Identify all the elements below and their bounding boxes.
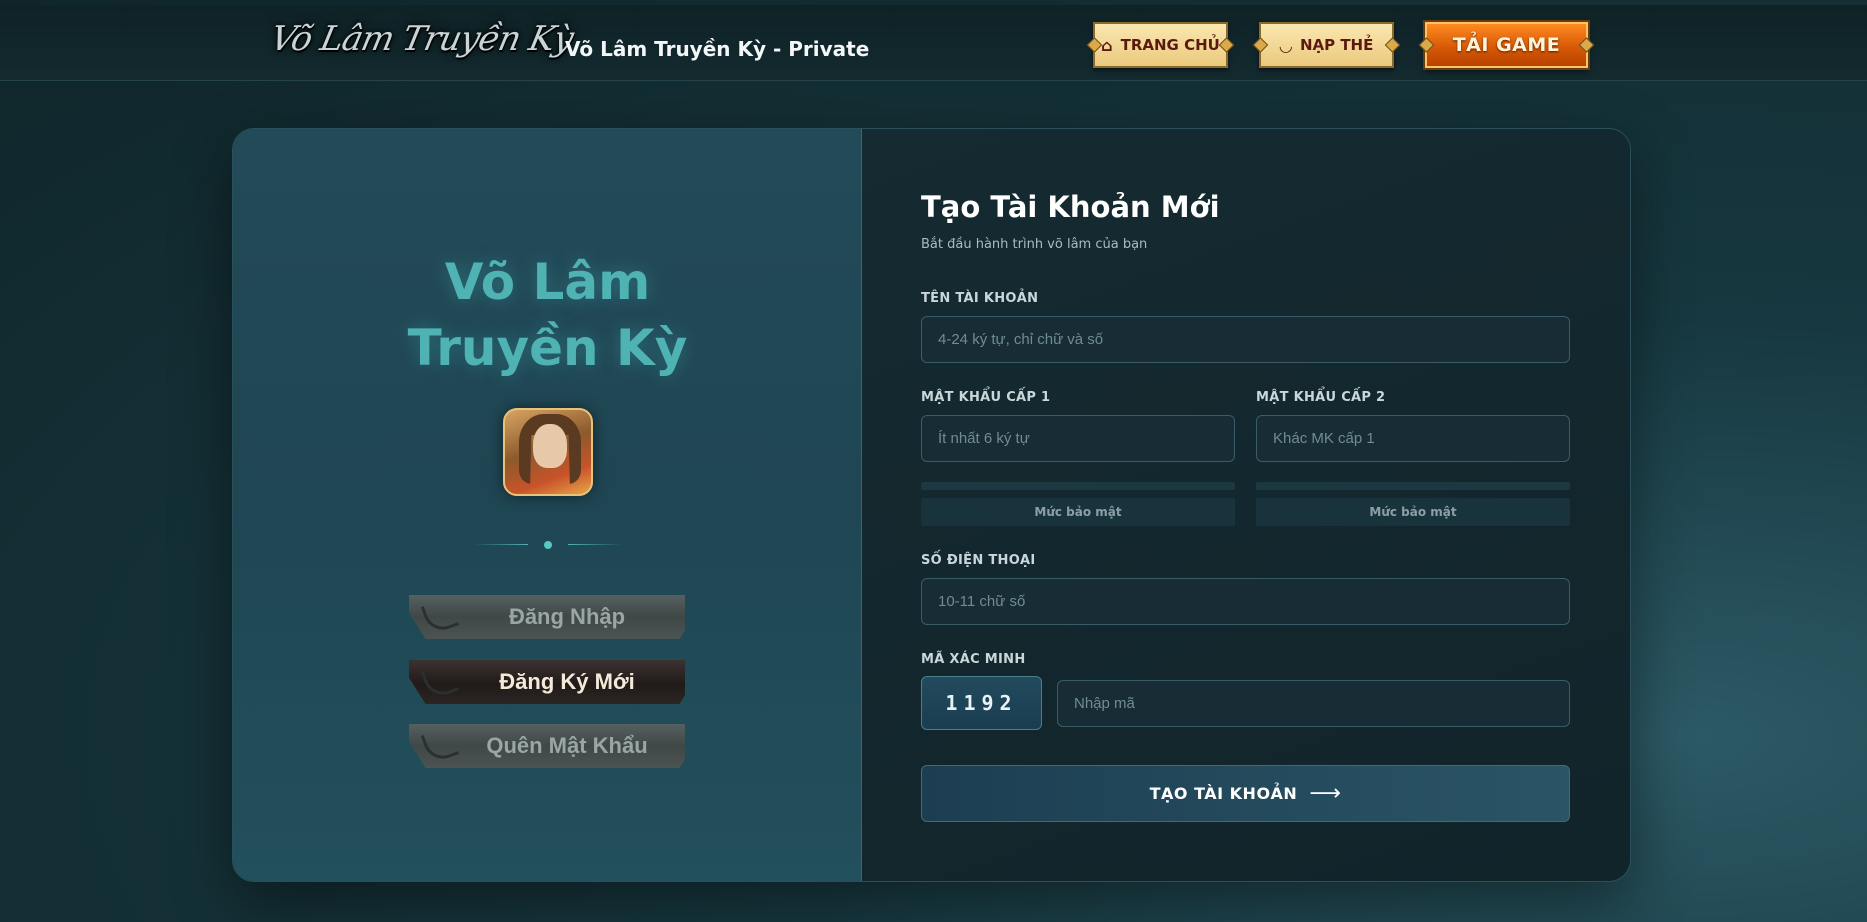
login-tab-label: Đăng Nhập [508, 604, 626, 629]
password2-input[interactable] [1256, 415, 1570, 462]
hook-ornament-icon [420, 725, 460, 765]
login-tab-button[interactable]: Đăng Nhập [409, 595, 685, 639]
top-navbar: Võ Lâm Truyền Kỳ Võ Lâm Truyền Kỳ - Priv… [0, 5, 1867, 81]
download-game-button[interactable]: TẢI GAME [1425, 22, 1588, 68]
create-account-label: TẠO TÀI KHOẢN [1149, 784, 1298, 803]
form-title: Tạo Tài Khoản Mới [921, 190, 1220, 224]
site-title: Võ Lâm Truyền Kỳ - Private [565, 37, 870, 61]
topup-nav-label: NẠP THẺ [1299, 36, 1374, 54]
password2-strength-label: Mức bảo mật [1256, 498, 1570, 526]
arrow-right-icon: ⟶ [1309, 781, 1342, 806]
divider-dot [544, 541, 552, 549]
ingot-icon: ◡ [1279, 35, 1292, 55]
ornament-divider [473, 539, 623, 551]
brand-title: Võ Lâm Truyền Kỳ [233, 249, 862, 381]
home-icon: ⌂ [1101, 35, 1113, 55]
username-input[interactable] [921, 316, 1570, 363]
password1-strength-bar [921, 482, 1235, 490]
forgot-password-tab-button[interactable]: Quên Mật Khẩu [409, 724, 685, 768]
brand-title-line2: Truyền Kỳ [407, 319, 688, 377]
phone-label: SỐ ĐIỆN THOẠI [921, 553, 1036, 568]
password1-strength-label: Mức bảo mật [921, 498, 1235, 526]
hook-ornament-icon [420, 661, 460, 701]
phone-input[interactable] [921, 578, 1570, 625]
site-logo[interactable]: Võ Lâm Truyền Kỳ [264, 19, 576, 71]
brand-title-line1: Võ Lâm [444, 253, 651, 311]
download-game-label: TẢI GAME [1452, 34, 1561, 56]
divider-line-right [568, 544, 623, 545]
game-avatar-image [503, 408, 593, 496]
hook-ornament-icon [420, 596, 460, 636]
captcha-code[interactable]: 1192 [921, 676, 1042, 730]
avatar-face [533, 424, 567, 468]
register-tab-button[interactable]: Đăng Ký Mới [409, 660, 685, 704]
divider-line-left [473, 544, 528, 545]
home-nav-button[interactable]: ⌂ TRANG CHỦ [1093, 22, 1228, 68]
captcha-input[interactable] [1057, 680, 1570, 727]
topup-nav-button[interactable]: ◡ NẠP THẺ [1259, 22, 1394, 68]
captcha-label: MÃ XÁC MINH [921, 652, 1026, 667]
register-tab-label: Đăng Ký Mới [499, 669, 635, 694]
home-nav-label: TRANG CHỦ [1120, 36, 1220, 54]
brand-panel: Võ Lâm Truyền Kỳ Đăng Nhập Đăng Ký Mới Q… [233, 129, 862, 881]
password1-label: MẬT KHẨU CẤP 1 [921, 390, 1051, 405]
create-account-button[interactable]: TẠO TÀI KHOẢN ⟶ [921, 765, 1570, 822]
form-subtitle: Bắt đầu hành trình võ lâm của bạn [921, 237, 1148, 252]
password1-input[interactable] [921, 415, 1235, 462]
password2-strength-bar [1256, 482, 1570, 490]
username-label: TÊN TÀI KHOẢN [921, 291, 1039, 306]
forgot-password-tab-label: Quên Mật Khẩu [486, 733, 648, 758]
password2-label: MẬT KHẨU CẤP 2 [1256, 390, 1386, 405]
